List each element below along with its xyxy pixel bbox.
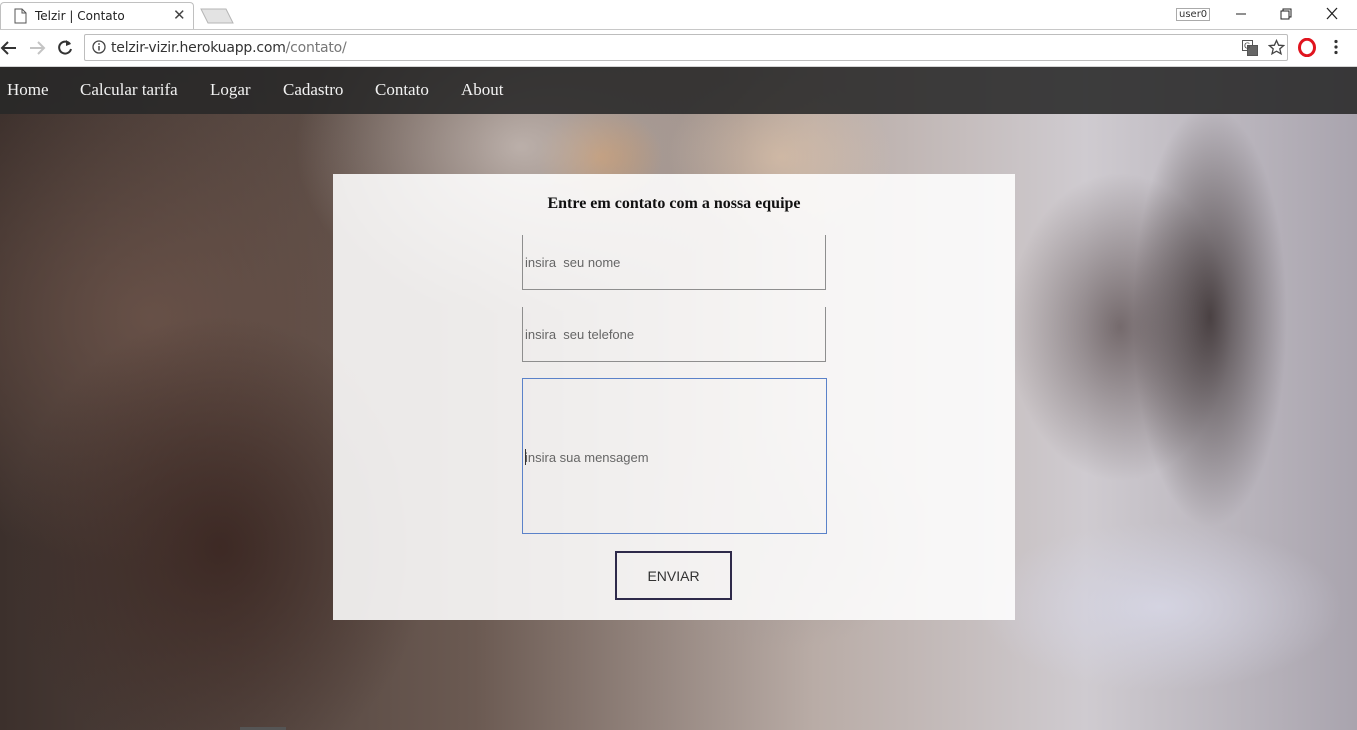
nav-about[interactable]: About (461, 80, 504, 100)
reload-icon[interactable] (55, 38, 75, 58)
text-cursor (525, 449, 526, 465)
message-placeholder: insira sua mensagem (525, 450, 649, 465)
svg-text:G: G (1244, 42, 1250, 51)
close-tab-icon[interactable]: ✕ (173, 6, 186, 24)
profile-button[interactable]: user0 (1176, 8, 1211, 21)
nav-contato[interactable]: Contato (375, 80, 429, 100)
opera-icon[interactable] (1298, 38, 1316, 57)
site-navbar: Home Calcular tarifa Logar Cadastro Cont… (0, 67, 1357, 114)
form-heading: Entre em contato com a nossa equipe (547, 195, 801, 212)
bookmark-star-icon[interactable] (1268, 39, 1285, 56)
forward-arrow-icon[interactable] (27, 38, 47, 58)
name-input[interactable] (522, 235, 826, 290)
message-textarea[interactable]: insira sua mensagem (522, 378, 827, 534)
restore-icon[interactable] (1274, 3, 1298, 25)
phone-input[interactable] (522, 307, 826, 362)
info-icon[interactable] (92, 40, 106, 54)
nav-logar[interactable]: Logar (210, 80, 251, 100)
address-bar[interactable]: telzir-vizir.herokuapp.com/contato/ G (84, 34, 1288, 61)
contact-form-card: Entre em contato com a nossa equipe insi… (333, 174, 1015, 620)
browser-tab[interactable]: Telzir | Contato ✕ (0, 2, 194, 29)
tab-title: Telzir | Contato (35, 9, 125, 23)
url-text: telzir-vizir.herokuapp.com/contato/ (111, 40, 347, 56)
browser-menu-icon[interactable] (1333, 39, 1339, 55)
translate-icon[interactable]: G (1242, 40, 1258, 56)
new-tab-button[interactable] (200, 8, 234, 24)
nav-calcular-tarifa[interactable]: Calcular tarifa (80, 80, 178, 100)
send-button[interactable]: ENVIAR (615, 551, 732, 600)
url-path: /contato/ (285, 40, 347, 56)
browser-tabstrip: Telzir | Contato ✕ user0 (0, 0, 1357, 30)
page-icon (14, 8, 27, 24)
back-arrow-icon[interactable] (0, 38, 20, 58)
close-window-icon[interactable] (1320, 3, 1344, 25)
page-viewport: Home Calcular tarifa Logar Cadastro Cont… (0, 67, 1357, 730)
nav-home[interactable]: Home (7, 80, 49, 100)
nav-cadastro[interactable]: Cadastro (283, 80, 343, 100)
browser-toolbar: telzir-vizir.herokuapp.com/contato/ G (0, 30, 1357, 67)
minimize-icon[interactable] (1229, 3, 1253, 25)
url-host: telzir-vizir.herokuapp.com (111, 40, 286, 56)
